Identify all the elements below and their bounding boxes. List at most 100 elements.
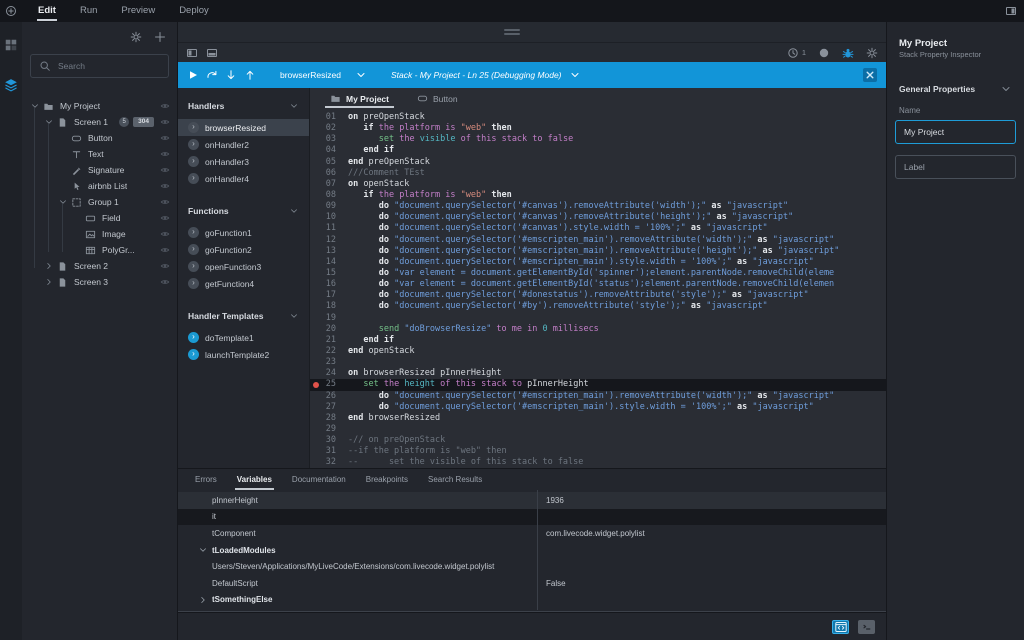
- section-header[interactable]: Handlers: [178, 96, 309, 116]
- bottom-tab-search-results[interactable]: Search Results: [428, 469, 482, 491]
- variables-column-divider[interactable]: [537, 490, 538, 610]
- layers-icon[interactable]: [4, 78, 18, 92]
- handler-onHandler4[interactable]: ›onHandler4: [178, 170, 309, 187]
- code-line-26[interactable]: 26 do "document.querySelector('#emscript…: [310, 391, 886, 402]
- line-number[interactable]: 15: [310, 268, 336, 279]
- line-number[interactable]: 03: [310, 134, 336, 145]
- line-number[interactable]: 27: [310, 402, 336, 413]
- menu-edit[interactable]: Edit: [26, 0, 68, 22]
- line-number[interactable]: 06: [310, 168, 336, 179]
- line-number[interactable]: 29: [310, 424, 336, 435]
- code-line-19[interactable]: 19: [310, 313, 886, 324]
- toggle-left-panel-icon[interactable]: [186, 47, 198, 59]
- variable-row[interactable]: tLoadedModules: [178, 542, 886, 559]
- bottom-tab-variables[interactable]: Variables: [237, 469, 272, 491]
- tree-item-screen-3[interactable]: Screen 3: [22, 274, 177, 290]
- bottom-tab-errors[interactable]: Errors: [195, 469, 217, 491]
- visibility-eye-icon[interactable]: [160, 149, 170, 159]
- section-header[interactable]: Functions: [178, 201, 309, 221]
- handler-goFunction1[interactable]: ›goFunction1: [178, 224, 309, 241]
- line-number[interactable]: 14: [310, 257, 336, 268]
- code-line-12[interactable]: 12 do "document.querySelector('#emscript…: [310, 235, 886, 246]
- handler-launchTemplate2[interactable]: ›launchTemplate2: [178, 346, 309, 363]
- code-line-4[interactable]: 04 end if: [310, 145, 886, 156]
- visibility-eye-icon[interactable]: [160, 229, 170, 239]
- record-icon[interactable]: [818, 47, 830, 59]
- line-number[interactable]: 26: [310, 391, 336, 402]
- code-line-22[interactable]: 22end openStack: [310, 346, 886, 357]
- handler-openFunction3[interactable]: ›openFunction3: [178, 258, 309, 275]
- code-line-32[interactable]: 32-- set the visible of this stack to fa…: [310, 457, 886, 468]
- visibility-eye-icon[interactable]: [160, 181, 170, 191]
- debug-step-out-icon[interactable]: [244, 69, 256, 81]
- handler-browserResized[interactable]: ›browserResized: [178, 119, 309, 136]
- tree-item-screen-1[interactable]: Screen 15304: [22, 114, 177, 130]
- code-line-14[interactable]: 14 do "document.querySelector('#emscript…: [310, 257, 886, 268]
- visibility-eye-icon[interactable]: [160, 165, 170, 175]
- widgets-icon[interactable]: [4, 38, 18, 52]
- line-number[interactable]: 12: [310, 235, 336, 246]
- editor-tab-button[interactable]: Button: [417, 93, 458, 108]
- code-line-2[interactable]: 02 if the platform is "web" then: [310, 123, 886, 134]
- line-number[interactable]: 28: [310, 413, 336, 424]
- code-line-20[interactable]: 20 send "doBrowserResize" to me in 0 mil…: [310, 324, 886, 335]
- line-number[interactable]: 16: [310, 279, 336, 290]
- menu-run[interactable]: Run: [68, 0, 109, 22]
- label-field[interactable]: Label: [895, 155, 1016, 179]
- chevron-down-icon[interactable]: [198, 545, 212, 555]
- line-number[interactable]: 05: [310, 157, 336, 168]
- code-line-18[interactable]: 18 do "document.querySelector('#by').rem…: [310, 301, 886, 312]
- line-number[interactable]: 17: [310, 290, 336, 301]
- debug-step-into-icon[interactable]: [225, 69, 237, 81]
- line-number[interactable]: 22: [310, 346, 336, 357]
- code-line-28[interactable]: 28end browserResized: [310, 413, 886, 424]
- message-box-icon[interactable]: [858, 620, 875, 634]
- handler-onHandler3[interactable]: ›onHandler3: [178, 153, 309, 170]
- tree-item-my-project[interactable]: My Project: [22, 98, 177, 114]
- general-properties-section[interactable]: General Properties: [887, 83, 1024, 95]
- line-number[interactable]: 11: [310, 223, 336, 234]
- tree-item-text[interactable]: Text: [22, 146, 177, 162]
- chevron-down-icon[interactable]: [58, 197, 71, 207]
- search-input[interactable]: Search: [30, 54, 169, 78]
- debug-icon[interactable]: [842, 47, 854, 59]
- line-number[interactable]: 31: [310, 446, 336, 457]
- variable-row[interactable]: tComponentcom.livecode.widget.polylist: [178, 525, 886, 542]
- editor-tab-my-project[interactable]: My Project: [330, 93, 389, 108]
- debug-step-over-icon[interactable]: [206, 69, 218, 81]
- visibility-eye-icon[interactable]: [160, 101, 170, 111]
- line-number[interactable]: 18: [310, 301, 336, 312]
- line-number[interactable]: 32: [310, 457, 336, 468]
- code-line-17[interactable]: 17 do "document.querySelector('#donestat…: [310, 290, 886, 301]
- visibility-eye-icon[interactable]: [160, 133, 170, 143]
- name-field[interactable]: My Project: [895, 120, 1016, 144]
- code-line-24[interactable]: 24on browserResized pInnerHeight: [310, 368, 886, 379]
- line-number[interactable]: 13: [310, 246, 336, 257]
- line-number[interactable]: 10: [310, 212, 336, 223]
- code-line-29[interactable]: 29: [310, 424, 886, 435]
- tree-item-polygr-[interactable]: PolyGr...: [22, 242, 177, 258]
- chevron-right-icon[interactable]: [198, 595, 212, 605]
- close-debug-button[interactable]: [863, 68, 877, 82]
- section-header[interactable]: Handler Templates: [178, 306, 309, 326]
- code-line-30[interactable]: 30-// on preOpenStack: [310, 435, 886, 446]
- code-line-11[interactable]: 11 do "document.querySelector('#canvas')…: [310, 223, 886, 234]
- line-number[interactable]: 09: [310, 201, 336, 212]
- history-count[interactable]: 1: [787, 47, 806, 59]
- handler-doTemplate1[interactable]: ›doTemplate1: [178, 329, 309, 346]
- editor-settings-icon[interactable]: [866, 47, 878, 59]
- variable-row[interactable]: Users/Steven/Applications/MyLiveCode/Ext…: [178, 558, 886, 575]
- breakpoint-dot[interactable]: [313, 382, 319, 388]
- code-line-21[interactable]: 21 end if: [310, 335, 886, 346]
- line-number[interactable]: 01: [310, 112, 336, 123]
- handler-onHandler2[interactable]: ›onHandler2: [178, 136, 309, 153]
- code-line-31[interactable]: 31--if the platform is "web" then: [310, 446, 886, 457]
- visibility-eye-icon[interactable]: [160, 213, 170, 223]
- bottom-tab-documentation[interactable]: Documentation: [292, 469, 346, 491]
- code-line-10[interactable]: 10 do "document.querySelector('#canvas')…: [310, 212, 886, 223]
- sidebar-add-icon[interactable]: [154, 31, 166, 43]
- chevron-right-icon[interactable]: [44, 277, 57, 287]
- visibility-eye-icon[interactable]: [160, 245, 170, 255]
- code-line-1[interactable]: 01on preOpenStack: [310, 112, 886, 123]
- tree-item-field[interactable]: Field: [22, 210, 177, 226]
